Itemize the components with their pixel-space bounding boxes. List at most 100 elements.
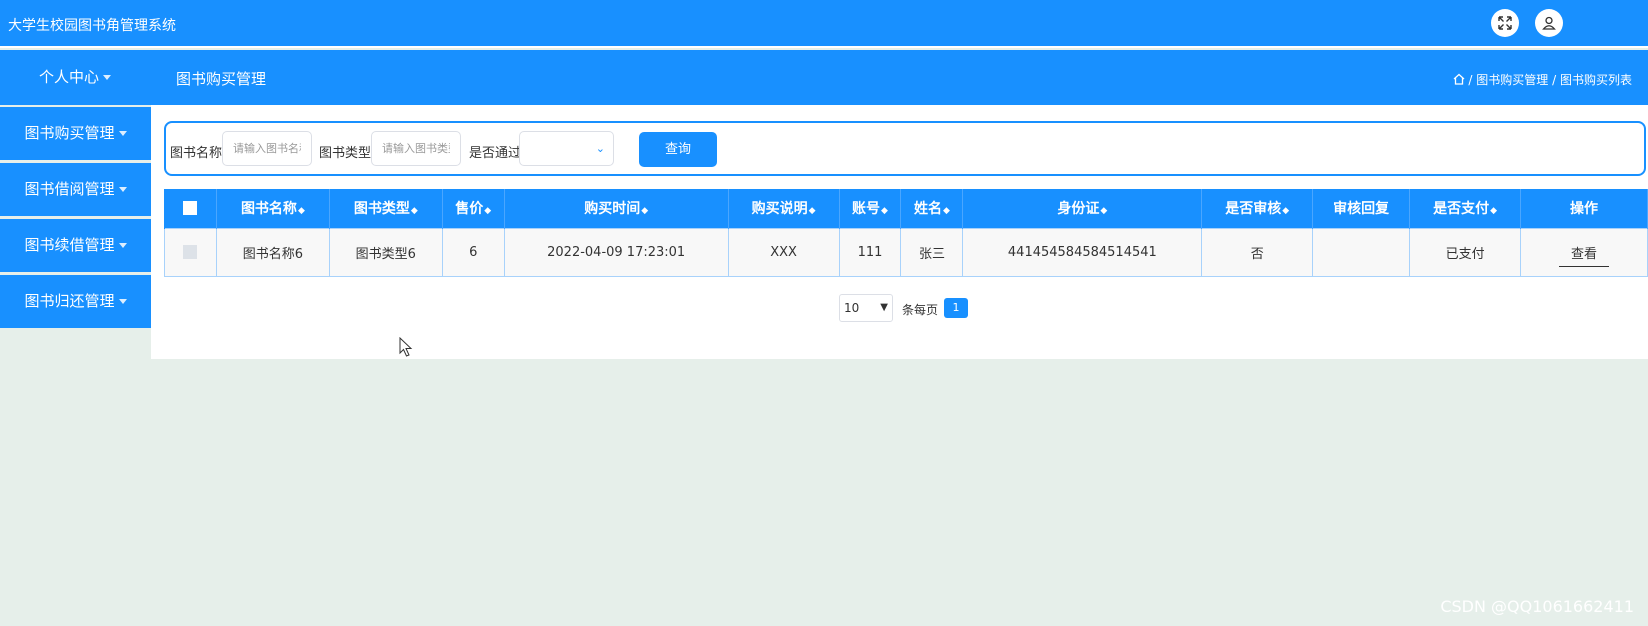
column-header-review-reply: 审核回复 xyxy=(1312,189,1411,228)
sort-icon[interactable]: ◆ xyxy=(641,206,648,216)
chevron-down-icon: ▼ xyxy=(880,302,888,313)
column-header-name[interactable]: 姓名◆ xyxy=(900,189,964,228)
cell-purchase-time: 2022-04-09 17:23:01 xyxy=(503,227,729,277)
sidebar-item-borrow[interactable]: 图书借阅管理 xyxy=(0,163,151,216)
home-icon[interactable] xyxy=(1453,73,1465,85)
cell-book-name: 图书名称6 xyxy=(215,227,330,277)
column-header-label: 是否审核 xyxy=(1225,201,1282,218)
cell-price: 6 xyxy=(441,227,505,277)
book-type-label: 图书类型 xyxy=(319,146,372,161)
row-checkbox[interactable] xyxy=(183,245,198,259)
column-header-label: 图书名称 xyxy=(240,201,297,218)
column-header-id-card[interactable]: 身份证◆ xyxy=(962,189,1203,228)
sidebar-item-label: 图书续借管理 xyxy=(24,236,115,254)
row-select-cell[interactable] xyxy=(164,227,217,277)
query-button[interactable]: 查询 xyxy=(639,132,717,167)
column-header-paid[interactable]: 是否支付◆ xyxy=(1409,189,1522,228)
sidebar-item-label: 图书归还管理 xyxy=(24,292,115,310)
sort-icon[interactable]: ◆ xyxy=(298,206,305,216)
column-header-description[interactable]: 购买说明◆ xyxy=(727,189,840,228)
user-icon[interactable] xyxy=(1535,9,1563,37)
caret-down-icon xyxy=(118,187,127,192)
cell-account: 111 xyxy=(838,227,902,277)
breadcrumb-separator: / xyxy=(1552,73,1557,87)
mouse-cursor xyxy=(399,337,413,357)
column-header-label: 购买说明 xyxy=(751,201,808,218)
sidebar: 图书购买管理 图书借阅管理 图书续借管理 图书归还管理 xyxy=(0,107,151,331)
cell-reviewed: 否 xyxy=(1201,227,1314,277)
page-size-label: 条每页 xyxy=(902,303,939,317)
column-header-label: 账号 xyxy=(852,201,881,218)
cell-actions: 查看 xyxy=(1520,227,1648,277)
sort-icon[interactable]: ◆ xyxy=(1490,206,1497,216)
breadcrumb-item-module[interactable]: 图书购买管理 xyxy=(1476,73,1548,87)
chevron-down-icon: ⌄ xyxy=(595,142,605,155)
sidebar-item-renew[interactable]: 图书续借管理 xyxy=(0,219,151,272)
cell-book-type: 图书类型6 xyxy=(328,227,443,277)
caret-down-icon xyxy=(118,299,127,304)
personal-center-menu[interactable]: 个人中心 xyxy=(0,50,150,105)
column-header-label: 图书类型 xyxy=(353,201,410,218)
breadcrumb-item-list: 图书购买列表 xyxy=(1559,73,1632,87)
sort-icon[interactable]: ◆ xyxy=(943,206,950,216)
fullscreen-icon-glyph xyxy=(1498,16,1512,30)
column-header-label: 姓名 xyxy=(913,201,942,218)
column-header-label: 购买时间 xyxy=(584,201,641,218)
cell-description: XXX xyxy=(727,227,840,277)
sort-icon[interactable]: ◆ xyxy=(411,206,418,216)
column-header-book-name[interactable]: 图书名称◆ xyxy=(215,189,330,228)
cell-name: 张三 xyxy=(900,227,964,277)
column-header-label: 操作 xyxy=(1570,201,1599,218)
book-name-label: 图书名称 xyxy=(170,146,223,161)
sort-icon[interactable]: ◆ xyxy=(484,206,491,216)
sidebar-item-label: 图书购买管理 xyxy=(24,124,115,142)
app-title: 大学生校园图书角管理系统 xyxy=(8,18,176,34)
caret-down-icon xyxy=(118,131,127,136)
purchase-table: 图书名称◆ 图书类型◆ 售价◆ 购买时间◆ 购买说明◆ 账号◆ 姓名◆ 身份证◆… xyxy=(164,189,1648,277)
column-header-label: 售价 xyxy=(455,201,484,218)
watermark: CSDN @QQ1061662411 xyxy=(1440,597,1634,616)
column-header-reviewed[interactable]: 是否审核◆ xyxy=(1201,189,1314,228)
sort-icon[interactable]: ◆ xyxy=(809,206,816,216)
select-all-checkbox[interactable] xyxy=(183,201,198,216)
approved-select[interactable]: ⌄ xyxy=(519,131,614,166)
page-size-select[interactable]: 10 ▼ xyxy=(839,294,893,322)
breadcrumb: / 图书购买管理 / 图书购买列表 xyxy=(1453,71,1632,88)
caret-down-icon xyxy=(118,243,127,248)
page-heading: 图书购买管理 xyxy=(176,70,267,88)
sidebar-item-purchase[interactable]: 图书购买管理 xyxy=(0,107,151,160)
fullscreen-icon[interactable] xyxy=(1491,9,1519,37)
column-header-price[interactable]: 售价◆ xyxy=(441,189,505,228)
table-row: 图书名称6 图书类型6 6 2022-04-09 17:23:01 XXX 11… xyxy=(164,227,1648,277)
page-number-button[interactable]: 1 xyxy=(944,298,968,318)
sidebar-item-return[interactable]: 图书归还管理 xyxy=(0,275,151,328)
select-all-cell[interactable] xyxy=(164,189,217,228)
column-header-label: 是否支付 xyxy=(1433,201,1490,218)
caret-down-icon xyxy=(103,75,111,80)
pagination: 10 ▼ 条每页 1 xyxy=(151,294,1648,322)
breadcrumb-separator: / xyxy=(1468,73,1473,87)
cell-paid: 已支付 xyxy=(1409,227,1522,277)
top-bar: 大学生校园图书角管理系统 xyxy=(0,0,1648,48)
user-icon-glyph xyxy=(1542,16,1556,30)
sort-icon[interactable]: ◆ xyxy=(881,206,888,216)
book-name-input[interactable] xyxy=(222,131,312,166)
column-header-book-type[interactable]: 图书类型◆ xyxy=(328,189,443,228)
sort-icon[interactable]: ◆ xyxy=(1282,206,1289,216)
personal-center-label: 个人中心 xyxy=(38,68,99,86)
sidebar-item-label: 图书借阅管理 xyxy=(24,180,115,198)
cell-id-card: 441454584584514541 xyxy=(962,227,1203,277)
book-type-input[interactable] xyxy=(371,131,461,166)
sort-icon[interactable]: ◆ xyxy=(1100,206,1107,216)
table-header-row: 图书名称◆ 图书类型◆ 售价◆ 购买时间◆ 购买说明◆ 账号◆ 姓名◆ 身份证◆… xyxy=(164,189,1648,228)
cell-review-reply xyxy=(1312,227,1411,277)
column-header-actions: 操作 xyxy=(1520,189,1648,228)
column-header-purchase-time[interactable]: 购买时间◆ xyxy=(503,189,729,228)
sub-header: 个人中心 图书购买管理 / 图书购买管理 / 图书购买列表 xyxy=(0,50,1648,105)
page-size-value: 10 xyxy=(844,301,860,315)
column-header-label: 审核回复 xyxy=(1333,201,1390,218)
view-button[interactable]: 查看 xyxy=(1559,237,1610,267)
column-header-account[interactable]: 账号◆ xyxy=(838,189,902,228)
column-header-label: 身份证 xyxy=(1057,201,1100,218)
main-content: 图书名称 图书类型 是否通过 ⌄ 查询 图书名称◆ 图书类型◆ 售价◆ 购买时间… xyxy=(151,105,1648,359)
